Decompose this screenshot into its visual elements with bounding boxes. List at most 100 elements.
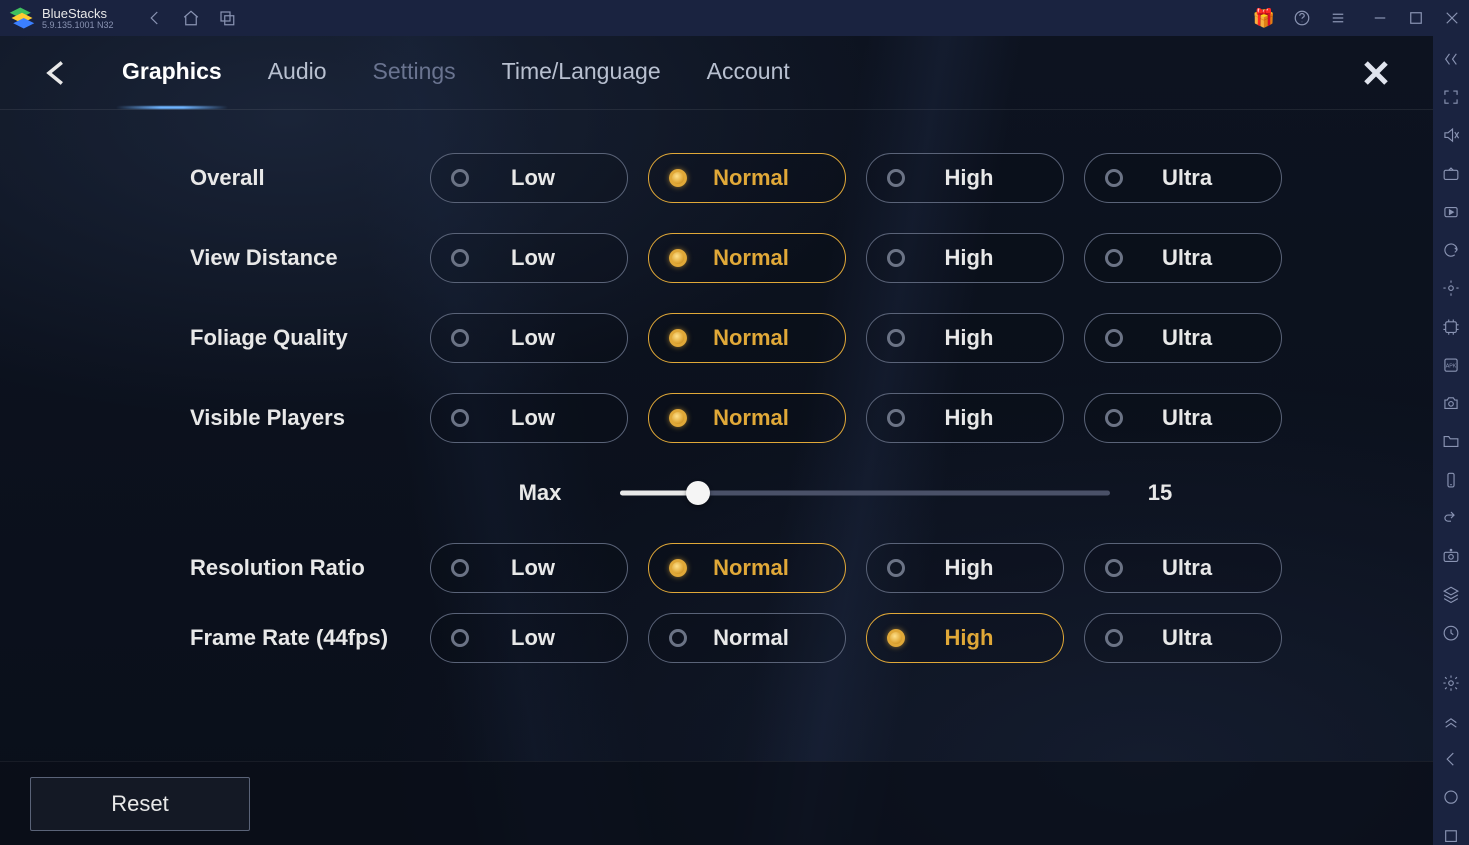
option-foliage_quality-low[interactable]: Low	[430, 313, 628, 363]
option-label: Normal	[657, 405, 845, 431]
option-label: High	[875, 165, 1063, 191]
tab-audio[interactable]: Audio	[268, 58, 327, 89]
option-resolution_ratio-high[interactable]: High	[866, 543, 1064, 593]
folder-icon[interactable]	[1440, 432, 1462, 450]
option-label: Low	[439, 245, 627, 271]
minimize-icon[interactable]	[1371, 9, 1389, 27]
tab-account[interactable]: Account	[707, 58, 790, 89]
option-view_distance-normal[interactable]: Normal	[648, 233, 846, 283]
memory-icon[interactable]	[1440, 318, 1462, 336]
expand-up-icon[interactable]	[1440, 712, 1462, 730]
tabs-header: Graphics Audio Settings Time/Language Accoun…	[0, 36, 1433, 110]
nav-recent-icon[interactable]	[1440, 827, 1462, 845]
row-label: Frame Rate (44fps)	[50, 625, 430, 651]
option-label: High	[875, 245, 1063, 271]
device-icon[interactable]	[1440, 471, 1462, 489]
app-version: 5.9.135.1001 N32	[42, 21, 114, 30]
row-frame_rate: Frame Rate (44fps) Low Normal High Ultra	[50, 608, 1383, 668]
gift-icon[interactable]: 🎁	[1253, 8, 1275, 29]
option-resolution_ratio-ultra[interactable]: Ultra	[1084, 543, 1282, 593]
option-label: Ultra	[1093, 405, 1281, 431]
option-label: Normal	[657, 165, 845, 191]
option-overall-low[interactable]: Low	[430, 153, 628, 203]
row-resolution_ratio: Resolution Ratio Low Normal High Ultra	[50, 528, 1383, 608]
option-label: Low	[439, 625, 627, 651]
slider-label: Max	[480, 480, 600, 506]
row-label: Resolution Ratio	[50, 555, 430, 581]
option-visible_players-normal[interactable]: Normal	[648, 393, 846, 443]
option-visible_players-high[interactable]: High	[866, 393, 1064, 443]
tab-graphics[interactable]: Graphics	[122, 58, 222, 89]
option-foliage_quality-ultra[interactable]: Ultra	[1084, 313, 1282, 363]
reset-button[interactable]: Reset	[30, 777, 250, 831]
home-icon[interactable]	[182, 9, 200, 27]
option-foliage_quality-normal[interactable]: Normal	[648, 313, 846, 363]
max-slider[interactable]	[620, 490, 1110, 496]
fullscreen-icon[interactable]	[1440, 88, 1462, 106]
screenshot-icon[interactable]	[1440, 394, 1462, 412]
sync-icon[interactable]	[1440, 241, 1462, 259]
option-foliage_quality-high[interactable]: High	[866, 313, 1064, 363]
row-label: View Distance	[50, 245, 430, 271]
gear-icon[interactable]	[1440, 674, 1462, 692]
tab-settings[interactable]: Settings	[373, 58, 456, 89]
row-foliage_quality: Foliage Quality Low Normal High Ultra	[50, 298, 1383, 378]
collapse-icon[interactable]	[1440, 50, 1462, 68]
menu-icon[interactable]	[1329, 9, 1347, 27]
option-frame_rate-normal[interactable]: Normal	[648, 613, 846, 663]
svg-text:APK: APK	[1446, 363, 1457, 369]
option-visible_players-ultra[interactable]: Ultra	[1084, 393, 1282, 443]
location-icon[interactable]	[1440, 279, 1462, 297]
option-overall-ultra[interactable]: Ultra	[1084, 153, 1282, 203]
title-text: BlueStacks 5.9.135.1001 N32	[42, 7, 114, 30]
row-visible_players: Visible PlayersLowNormalHighUltra	[50, 378, 1383, 458]
apk-icon[interactable]: APK	[1440, 356, 1462, 374]
option-visible_players-low[interactable]: Low	[430, 393, 628, 443]
option-label: High	[875, 325, 1063, 351]
row-overall: OverallLowNormalHighUltra	[50, 138, 1383, 218]
settings-rows: OverallLowNormalHighUltraView DistanceLo…	[0, 110, 1433, 668]
media-icon[interactable]	[1440, 203, 1462, 221]
clock-icon[interactable]	[1440, 624, 1462, 642]
option-view_distance-low[interactable]: Low	[430, 233, 628, 283]
keymap-icon[interactable]	[1440, 165, 1462, 183]
option-label: Ultra	[1093, 165, 1281, 191]
option-frame_rate-high[interactable]: High	[866, 613, 1064, 663]
volume-icon[interactable]	[1440, 126, 1462, 144]
close-button[interactable]	[1359, 56, 1393, 90]
option-label: Low	[439, 165, 627, 191]
row-label: Foliage Quality	[50, 325, 430, 351]
option-overall-normal[interactable]: Normal	[648, 153, 846, 203]
help-icon[interactable]	[1293, 9, 1311, 27]
option-resolution_ratio-low[interactable]: Low	[430, 543, 628, 593]
option-label: High	[875, 555, 1063, 581]
tab-time-language[interactable]: Time/Language	[502, 58, 661, 89]
nav-home-icon[interactable]	[1440, 788, 1462, 806]
option-view_distance-high[interactable]: High	[866, 233, 1064, 283]
bluestacks-logo	[8, 4, 36, 32]
maximize-icon[interactable]	[1407, 9, 1425, 27]
option-view_distance-ultra[interactable]: Ultra	[1084, 233, 1282, 283]
close-window-icon[interactable]	[1443, 9, 1461, 27]
back-button[interactable]	[40, 57, 72, 89]
nav-back-icon[interactable]	[1440, 750, 1462, 768]
option-label: Normal	[657, 245, 845, 271]
footer: Reset	[0, 761, 1433, 845]
option-resolution_ratio-normal[interactable]: Normal	[648, 543, 846, 593]
option-overall-high[interactable]: High	[866, 153, 1064, 203]
copy-icon[interactable]	[218, 9, 236, 27]
rotate-icon[interactable]	[1440, 509, 1462, 527]
option-label: Ultra	[1093, 555, 1281, 581]
option-frame_rate-low[interactable]: Low	[430, 613, 628, 663]
slider-value: 15	[1130, 480, 1190, 506]
option-frame_rate-ultra[interactable]: Ultra	[1084, 613, 1282, 663]
option-label: Low	[439, 325, 627, 351]
camera-icon[interactable]	[1440, 547, 1462, 565]
back-icon[interactable]	[146, 9, 164, 27]
option-label: Low	[439, 405, 627, 431]
layers-icon[interactable]	[1440, 585, 1462, 603]
option-label: Ultra	[1093, 625, 1281, 651]
option-label: Low	[439, 555, 627, 581]
row-max-slider: Max 15	[50, 458, 1383, 528]
slider-thumb[interactable]	[686, 481, 710, 505]
